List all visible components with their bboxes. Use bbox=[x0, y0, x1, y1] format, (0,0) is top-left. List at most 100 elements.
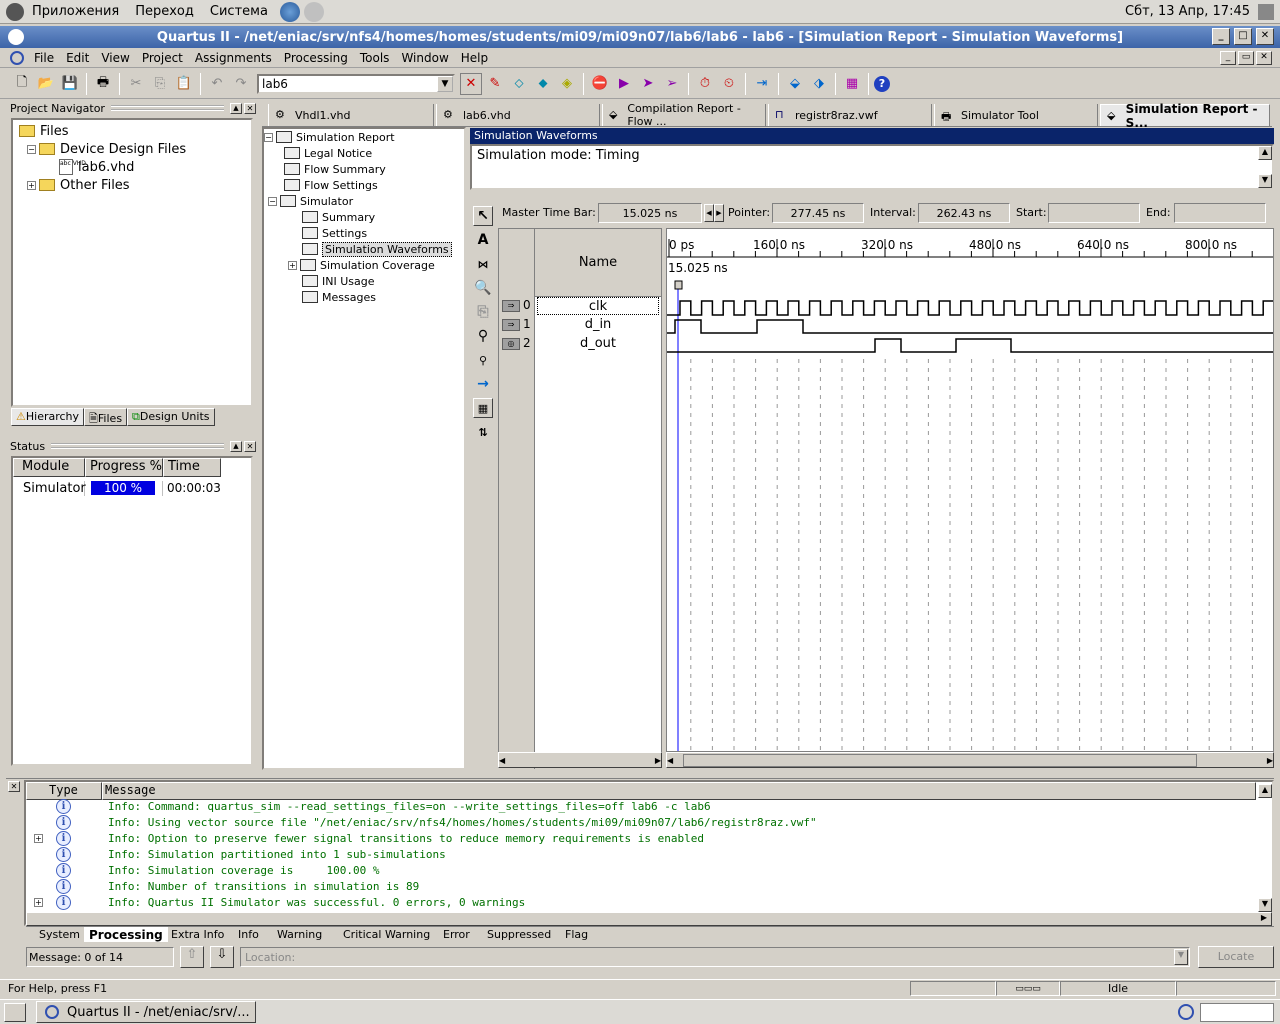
collapse-icon[interactable]: − bbox=[264, 132, 273, 142]
tree-item-device-design-files[interactable]: − Device Design Files bbox=[27, 140, 186, 158]
chevron-down-icon[interactable]: ▼ bbox=[437, 75, 453, 92]
status-float-button[interactable]: ▲ bbox=[230, 440, 242, 452]
start-compilation-icon[interactable]: ▶ bbox=[613, 73, 635, 95]
tab-extra-info[interactable]: Extra Info bbox=[166, 927, 229, 942]
mdi-close-button[interactable]: ✕ bbox=[1256, 50, 1272, 65]
arrow-right-icon[interactable]: → bbox=[473, 374, 493, 394]
message-line[interactable]: Info: Simulation partitioned into 1 sub-… bbox=[108, 848, 446, 861]
tab-vhdl1-vhd[interactable]: ⚙ Vhdl1.vhd bbox=[268, 104, 434, 126]
gnome-menu-system[interactable]: Система bbox=[202, 4, 276, 19]
menu-help[interactable]: Help bbox=[455, 51, 494, 65]
redo-icon[interactable]: ↷ bbox=[230, 73, 252, 95]
report-item-flow-settings[interactable]: Flow Settings bbox=[284, 177, 378, 193]
assignment-editor-icon[interactable]: ✕ bbox=[460, 72, 482, 95]
tab-flag[interactable]: Flag bbox=[560, 927, 593, 942]
gnome-menu-applications[interactable]: Приложения bbox=[24, 4, 127, 19]
navigator-close-button[interactable]: ✕ bbox=[244, 102, 256, 114]
collapse-icon[interactable]: − bbox=[268, 196, 277, 206]
tab-files[interactable]: 🗎Files bbox=[84, 408, 128, 426]
sort-icon[interactable]: ⇅ bbox=[473, 422, 493, 442]
tab-registr8raz-vwf[interactable]: ⊓ registr8raz.vwf bbox=[768, 104, 932, 126]
zoom-tool-icon[interactable]: 🔍 bbox=[473, 278, 493, 298]
tray-quartus-icon[interactable] bbox=[1178, 1004, 1194, 1020]
message-line[interactable]: Info: Number of transitions in simulatio… bbox=[108, 880, 419, 893]
new-file-icon[interactable]: 🗋 bbox=[11, 73, 33, 95]
tree-item-files[interactable]: Files bbox=[19, 122, 69, 140]
scroll-thumb[interactable] bbox=[683, 753, 1197, 767]
copy-icon[interactable]: ⎘ bbox=[149, 73, 171, 95]
minimize-button[interactable]: _ bbox=[1212, 28, 1230, 45]
report-item-flow-summary[interactable]: Flow Summary bbox=[284, 161, 386, 177]
analysis-icon[interactable]: ➤ bbox=[637, 73, 659, 95]
gnome-foot-icon[interactable] bbox=[6, 2, 24, 21]
report-item-legal-notice[interactable]: Legal Notice bbox=[284, 145, 372, 161]
report-item-simulation-waveforms[interactable]: Simulation Waveforms bbox=[302, 241, 452, 257]
cut-icon[interactable]: ✂ bbox=[125, 73, 147, 95]
menu-file[interactable]: File bbox=[28, 51, 60, 65]
message-line[interactable]: Info: Command: quartus_sim --read_settin… bbox=[108, 800, 711, 813]
tab-suppressed[interactable]: Suppressed bbox=[482, 927, 556, 942]
location-field[interactable]: Location: ▼ bbox=[240, 947, 1190, 967]
signal-row-d-out[interactable]: ◎ 2 d_out bbox=[499, 335, 661, 354]
open-file-icon[interactable]: 📂 bbox=[35, 73, 57, 95]
copy-waveform-icon[interactable]: ⎘ bbox=[473, 302, 493, 322]
window-titlebar[interactable]: Quartus II - /net/eniac/srv/nfs4/homes/h… bbox=[0, 26, 1280, 48]
gnome-menu-places[interactable]: Переход bbox=[127, 4, 202, 19]
start-analysis-icon[interactable]: ➢ bbox=[661, 73, 683, 95]
design-partition-icon[interactable]: ◈ bbox=[556, 73, 578, 95]
report-item-ini-usage[interactable]: INI Usage bbox=[302, 273, 375, 289]
tab-lab6-vhd[interactable]: ⚙ lab6.vhd bbox=[436, 104, 600, 126]
find-icon[interactable]: ⚲ bbox=[473, 326, 493, 346]
start-simulation-icon[interactable]: ⇥ bbox=[751, 73, 773, 95]
chip-planner-icon[interactable]: ⬥ bbox=[532, 73, 554, 95]
signal-row-clk[interactable]: ⇒ 0 clk bbox=[499, 297, 661, 316]
time-bar-prev-button[interactable]: ◀ bbox=[704, 204, 714, 222]
tab-simulation-report[interactable]: ⬙ Simulation Report - S... bbox=[1100, 102, 1270, 130]
status-close-button[interactable]: ✕ bbox=[244, 440, 256, 452]
report-item-messages[interactable]: Messages bbox=[302, 289, 376, 305]
timing-analyzer-icon[interactable]: ⏱ bbox=[694, 73, 716, 95]
col-type[interactable]: Type bbox=[26, 782, 102, 800]
menu-edit[interactable]: Edit bbox=[60, 51, 95, 65]
message-line[interactable]: Info: Using vector source file "/net/eni… bbox=[108, 816, 817, 829]
mode-scroll-up[interactable]: ▲ bbox=[1258, 146, 1272, 160]
maximize-button[interactable]: □ bbox=[1234, 28, 1252, 45]
pin-planner-icon[interactable]: ✎ bbox=[484, 73, 506, 95]
volume-icon[interactable] bbox=[1258, 3, 1274, 20]
mail-launcher-icon[interactable] bbox=[303, 1, 324, 22]
save-icon[interactable]: 💾 bbox=[59, 73, 81, 95]
show-desktop-icon[interactable] bbox=[4, 1003, 26, 1022]
message-line[interactable]: Info: Simulation coverage is 100.00 % bbox=[108, 864, 380, 877]
messages-close-button[interactable]: ✕ bbox=[8, 781, 20, 792]
tab-system[interactable]: System bbox=[34, 927, 85, 942]
workspace-switcher[interactable] bbox=[1200, 1003, 1274, 1022]
expand-icon[interactable]: + bbox=[34, 834, 43, 843]
locate-button[interactable]: Locate bbox=[1198, 946, 1274, 968]
mdi-restore-button[interactable]: ▭ bbox=[1238, 50, 1254, 65]
next-message-icon[interactable]: ⇩ bbox=[210, 946, 234, 968]
cursor-handle[interactable] bbox=[674, 280, 683, 290]
taskbar-item-quartus[interactable]: Quartus II - /net/eniac/srv/... bbox=[36, 1001, 256, 1023]
time-bar-next-button[interactable]: ▶ bbox=[714, 204, 724, 222]
tab-processing[interactable]: Processing bbox=[84, 927, 168, 942]
compilation-report-icon[interactable]: ⬙ bbox=[784, 73, 806, 95]
mode-scroll-down[interactable]: ▼ bbox=[1258, 174, 1272, 188]
tab-simulator-tool[interactable]: 🖶 Simulator Tool bbox=[934, 104, 1098, 126]
signal-row-d-in[interactable]: ⇒ 1 d_in bbox=[499, 316, 661, 335]
programmer-icon[interactable]: ▦ bbox=[841, 73, 863, 95]
report-item-simulation-coverage[interactable]: + Simulation Coverage bbox=[288, 257, 435, 273]
report-item-simulation-report[interactable]: − Simulation Report bbox=[264, 129, 395, 145]
report-item-summary[interactable]: Summary bbox=[302, 209, 375, 225]
messages-scroll-down[interactable]: ▼ bbox=[1258, 898, 1272, 912]
menu-processing[interactable]: Processing bbox=[278, 51, 354, 65]
find-next-icon[interactable]: ⚲ bbox=[473, 350, 493, 370]
settings-icon[interactable]: ⬦ bbox=[508, 73, 530, 95]
col-module[interactable]: Module bbox=[13, 458, 85, 477]
menu-project[interactable]: Project bbox=[136, 51, 189, 65]
timequest-icon[interactable]: ⏲ bbox=[718, 73, 740, 95]
col-progress[interactable]: Progress % bbox=[85, 458, 163, 477]
menu-window[interactable]: Window bbox=[395, 51, 454, 65]
col-time[interactable]: Time bbox=[163, 458, 221, 477]
expand-icon[interactable]: + bbox=[27, 180, 36, 190]
previous-message-icon[interactable]: ⇧ bbox=[180, 946, 204, 968]
